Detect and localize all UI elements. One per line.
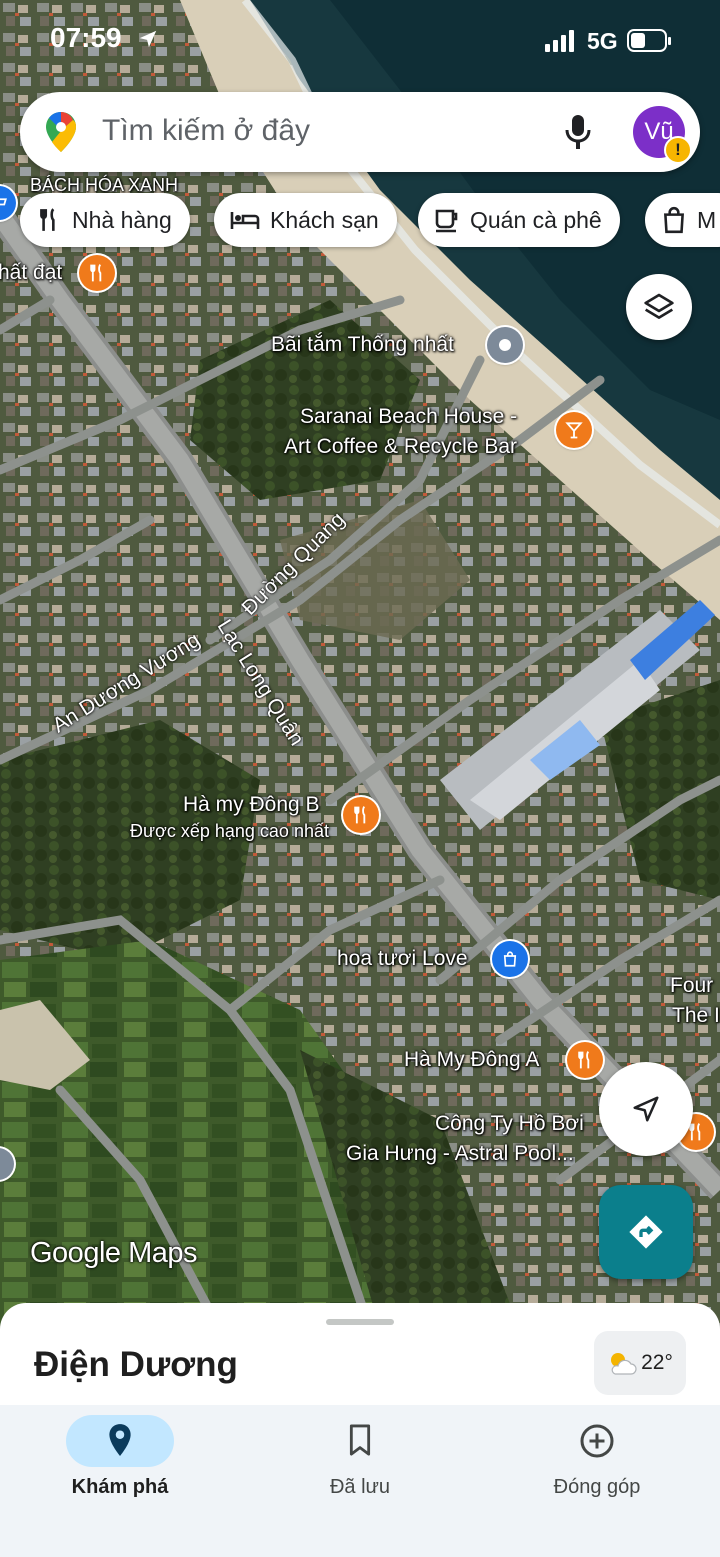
label-saranai-line2[interactable]: Art Coffee & Recycle Bar xyxy=(284,434,517,459)
fork-knife-icon xyxy=(90,264,102,282)
bottom-navigation: Khám phá Đã lưu Đóng góp xyxy=(0,1405,720,1557)
bottom-sheet[interactable]: Điện Dương 22° xyxy=(0,1303,720,1413)
google-maps-watermark: Google Maps xyxy=(30,1237,198,1269)
status-bar: 07:59 5G xyxy=(0,0,720,80)
pin-shop[interactable] xyxy=(492,941,528,977)
fork-knife-icon xyxy=(578,1051,590,1069)
partly-cloudy-icon xyxy=(611,1353,637,1375)
my-location-button[interactable] xyxy=(599,1062,693,1156)
label-ha-my-dong-a[interactable]: Hà My Đông A xyxy=(404,1047,539,1072)
coffee-icon xyxy=(435,209,458,233)
add-circle-icon xyxy=(580,1424,614,1458)
label-hoa-tuoi-love[interactable]: hoa tươi Love xyxy=(337,946,468,971)
status-time: 07:59 xyxy=(50,22,122,53)
chip-restaurants[interactable]: Nhà hàng xyxy=(20,193,190,247)
dot-icon xyxy=(499,339,511,351)
battery-icon xyxy=(627,29,671,52)
warning-badge-icon: ! xyxy=(664,136,692,164)
pin-restaurant-nhat-dat[interactable] xyxy=(79,255,115,291)
layers-icon xyxy=(644,293,674,319)
label-cong-ty-line1[interactable]: Công Ty Hồ Bơi xyxy=(435,1111,584,1136)
network-type: 5G xyxy=(587,28,618,54)
microphone-icon[interactable] xyxy=(564,114,592,150)
explore-pin-icon xyxy=(109,1424,131,1456)
navigation-arrow-icon xyxy=(633,1096,659,1122)
chip-label: Quán cà phê xyxy=(470,206,602,233)
label-saranai-line1[interactable]: Saranai Beach House - xyxy=(300,404,517,429)
chip-label: Nhà hàng xyxy=(72,206,172,233)
restaurant-icon xyxy=(40,208,55,231)
layers-button[interactable] xyxy=(626,274,692,340)
label-ha-my-dong-b[interactable]: Hà my Đông B xyxy=(183,792,320,817)
search-input[interactable]: Tìm kiếm ở đây xyxy=(102,114,310,148)
location-arrow-icon xyxy=(139,30,157,48)
google-maps-logo-icon xyxy=(46,112,76,152)
chip-coffee[interactable]: Quán cà phê xyxy=(418,193,620,247)
tab-label: Đóng góp xyxy=(553,1476,641,1498)
label-four-line2[interactable]: The I xyxy=(672,1003,720,1028)
label-nhat-dat[interactable]: hất đạt xyxy=(0,260,62,285)
pin-restaurant-ha-my-a[interactable] xyxy=(567,1042,603,1078)
chip-shopping[interactable]: M xyxy=(645,193,720,247)
label-bai-tam-thong-nhat[interactable]: Bãi tắm Thống nhất xyxy=(271,332,454,357)
chip-label: M xyxy=(697,206,717,233)
directions-icon xyxy=(629,1215,663,1249)
label-cong-ty-line2[interactable]: Gia Hưng - Astral Pool... xyxy=(346,1141,574,1166)
cocktail-icon xyxy=(565,422,583,439)
shopping-icon xyxy=(664,206,684,234)
cart-icon xyxy=(0,198,7,206)
weather-chip[interactable]: 22° xyxy=(594,1331,686,1395)
bookmark-icon xyxy=(349,1424,371,1456)
search-bar[interactable]: Tìm kiếm ở đây Vũ ! xyxy=(20,92,700,172)
pin-restaurant-ha-my-b[interactable] xyxy=(343,797,379,833)
sheet-drag-handle[interactable] xyxy=(326,1319,394,1325)
hotel-icon xyxy=(230,212,260,229)
fork-knife-icon xyxy=(354,806,366,824)
place-title: Điện Dương xyxy=(34,1345,238,1384)
tab-explore[interactable]: Khám phá xyxy=(0,1405,240,1557)
signal-bars-icon xyxy=(545,30,574,52)
chip-label: Khách sạn xyxy=(270,206,379,233)
label-ha-my-dong-b-rating: Được xếp hạng cao nhất xyxy=(130,821,329,841)
shopping-bag-icon xyxy=(503,951,517,967)
label-four-line1[interactable]: Four xyxy=(670,973,713,998)
tab-contribute[interactable]: Đóng góp xyxy=(477,1405,717,1557)
pin-beach[interactable] xyxy=(487,327,523,363)
temperature: 22° xyxy=(641,1351,673,1374)
pin-bar[interactable] xyxy=(556,412,592,448)
directions-button[interactable] xyxy=(599,1185,693,1279)
tab-label: Đã lưu xyxy=(329,1476,391,1498)
tab-label: Khám phá xyxy=(71,1476,169,1498)
chip-hotels[interactable]: Khách sạn xyxy=(214,193,397,247)
tab-saved[interactable]: Đã lưu xyxy=(240,1405,480,1557)
